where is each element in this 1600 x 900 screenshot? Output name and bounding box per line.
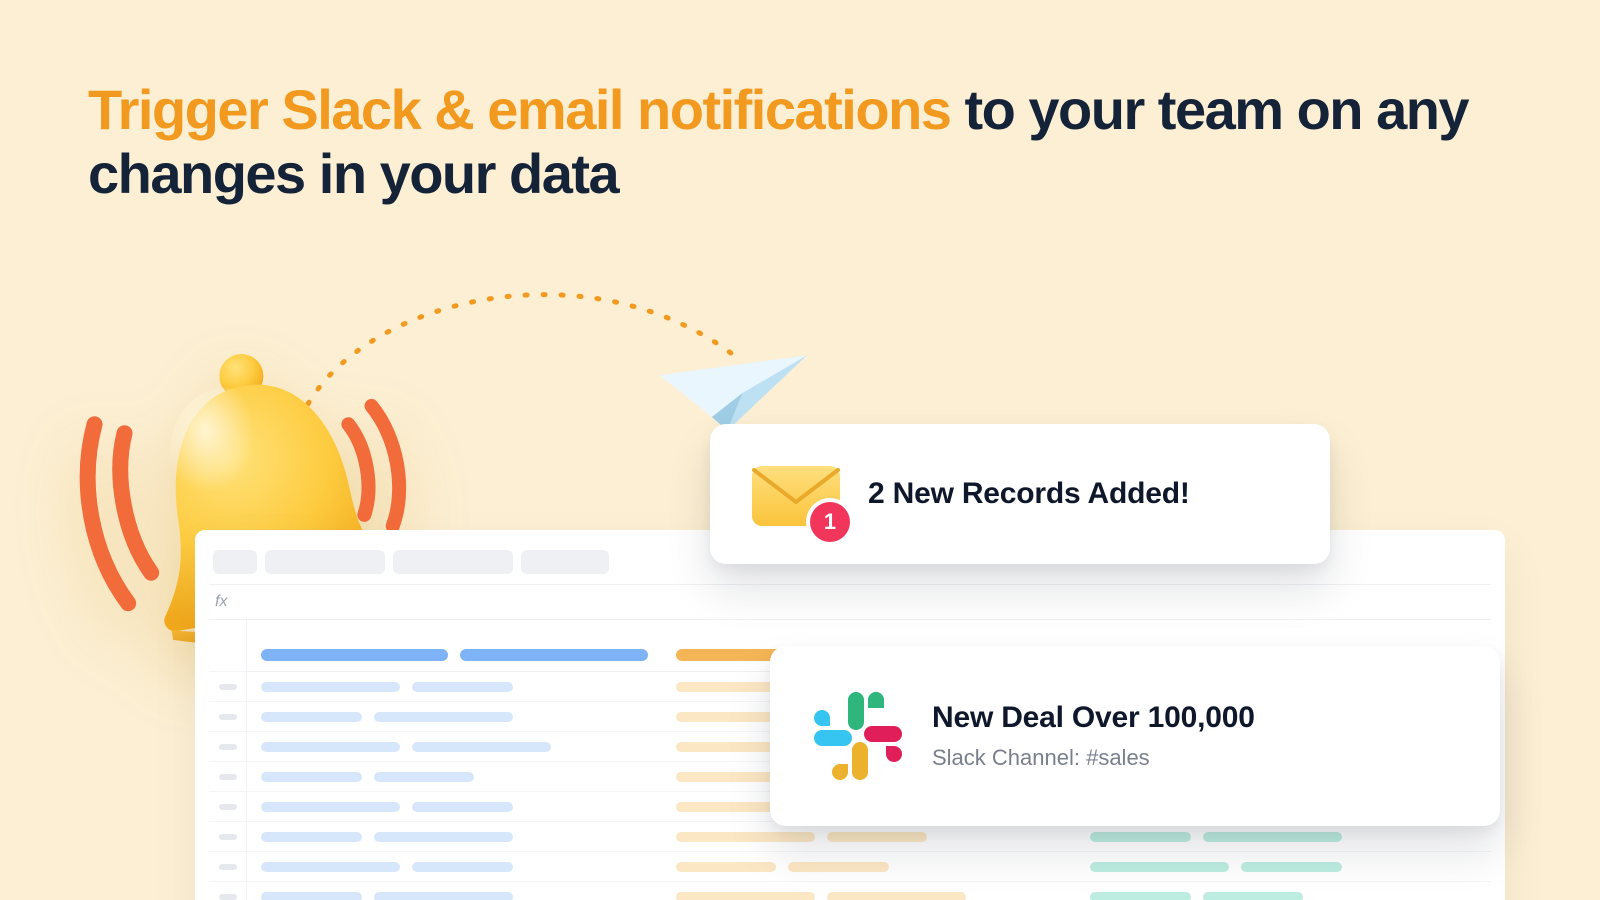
- envelope-icon: 1: [750, 456, 842, 532]
- sheet-tab: [265, 550, 385, 574]
- sheet-tab: [521, 550, 609, 574]
- row-gutter: [209, 620, 247, 900]
- sheet-tab: [393, 550, 513, 574]
- column-group-blue: [247, 620, 662, 900]
- notification-count-badge: 1: [810, 502, 850, 542]
- email-card-title: 2 New Records Added!: [868, 477, 1190, 511]
- paper-plane-icon: [650, 320, 810, 440]
- sheet-tab: [213, 550, 257, 574]
- page-headline: Trigger Slack & email notifications to y…: [88, 78, 1512, 206]
- slack-card-title: New Deal Over 100,000: [932, 701, 1255, 735]
- slack-card-subtitle: Slack Channel: #sales: [932, 745, 1255, 771]
- slack-notification-card: New Deal Over 100,000 Slack Channel: #sa…: [770, 646, 1500, 826]
- slack-icon: [810, 688, 906, 784]
- email-notification-card: 1 2 New Records Added!: [710, 424, 1330, 564]
- headline-accent: Trigger Slack & email notifications: [88, 78, 950, 141]
- formula-bar: fx: [209, 584, 1491, 620]
- fx-label: fx: [215, 593, 227, 611]
